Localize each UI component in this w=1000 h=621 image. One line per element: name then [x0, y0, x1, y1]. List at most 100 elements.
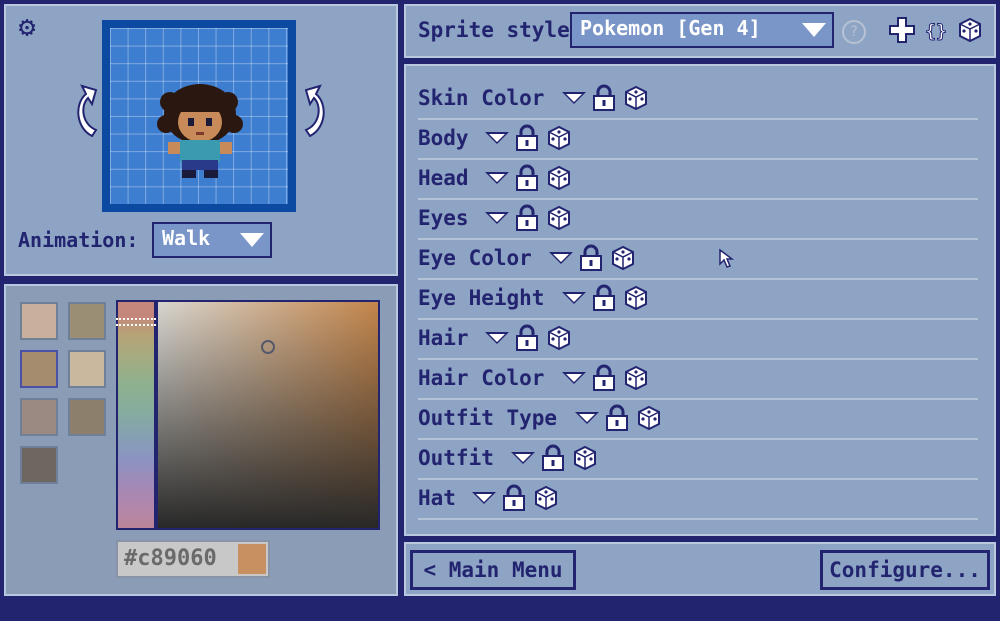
dice-icon[interactable]: [609, 244, 637, 272]
sprite-style-select[interactable]: Pokemon [Gen 4]: [570, 12, 834, 48]
attribute-label: Eye Color: [418, 246, 532, 270]
attribute-controls: [549, 244, 637, 274]
hue-slider-handle[interactable]: [116, 318, 156, 326]
lock-icon[interactable]: [590, 84, 618, 112]
dice-icon[interactable]: [622, 364, 650, 392]
animation-select[interactable]: Walk: [152, 222, 272, 258]
svg-text:{}: {}: [925, 21, 947, 42]
sprite-style-value: Pokemon [Gen 4]: [580, 16, 761, 40]
attribute-row: Head: [418, 160, 978, 200]
dice-icon[interactable]: [545, 124, 573, 152]
lock-icon[interactable]: [513, 124, 541, 152]
attribute-controls: [562, 84, 650, 114]
color-swatch[interactable]: [20, 350, 58, 388]
attribute-row: Hair Color: [418, 360, 978, 400]
attribute-label: Hat: [418, 486, 456, 510]
chevron-down-icon[interactable]: [549, 252, 573, 264]
attribute-label: Outfit Type: [418, 406, 558, 430]
code-braces-icon[interactable]: {}: [922, 16, 950, 44]
attribute-row: Skin Color: [418, 80, 978, 120]
gear-icon[interactable]: ⚙: [10, 10, 44, 44]
attribute-row: Eye Height: [418, 280, 978, 320]
attribute-row: Eye Color: [418, 240, 978, 280]
chevron-down-icon[interactable]: [472, 492, 496, 504]
chevron-down-icon[interactable]: [511, 452, 535, 464]
chevron-down-icon[interactable]: [562, 92, 586, 104]
attribute-controls: [575, 404, 663, 434]
help-icon[interactable]: ?: [842, 20, 866, 44]
attribute-label: Eye Height: [418, 286, 545, 310]
attribute-row: Outfit: [418, 440, 978, 480]
dice-icon[interactable]: [635, 404, 663, 432]
main-menu-button[interactable]: < Main Menu: [410, 550, 576, 590]
attribute-controls: [562, 364, 650, 394]
attribute-row: Hat: [418, 480, 978, 520]
dice-icon[interactable]: [571, 444, 599, 472]
attribute-label: Body: [418, 126, 469, 150]
attribute-controls: [485, 124, 573, 154]
dice-icon[interactable]: [622, 84, 650, 112]
preview-grid: [110, 28, 288, 204]
lock-icon[interactable]: [513, 164, 541, 192]
chevron-down-icon: [240, 233, 264, 247]
configure-button[interactable]: Configure... >: [820, 550, 990, 616]
attribute-label: Hair: [418, 326, 469, 350]
rotate-left-icon[interactable]: [66, 82, 100, 142]
dice-icon[interactable]: [956, 16, 984, 44]
add-icon[interactable]: [888, 16, 916, 44]
color-swatch[interactable]: [68, 350, 106, 388]
color-cursor[interactable]: [261, 340, 275, 354]
attribute-controls: [562, 284, 650, 314]
dice-icon[interactable]: [545, 204, 573, 232]
lock-icon[interactable]: [590, 284, 618, 312]
attribute-label: Outfit: [418, 446, 494, 470]
attribute-row: Eyes: [418, 200, 978, 240]
chevron-down-icon[interactable]: [485, 132, 509, 144]
color-swatch[interactable]: [20, 398, 58, 436]
sprite-style-label: Sprite style:: [418, 18, 583, 42]
character-sprite: [157, 84, 243, 178]
color-swatch[interactable]: [20, 302, 58, 340]
dice-icon[interactable]: [545, 324, 573, 352]
lock-icon[interactable]: [500, 484, 528, 512]
dice-icon[interactable]: [545, 164, 573, 192]
lock-icon[interactable]: [513, 204, 541, 232]
lock-icon[interactable]: [577, 244, 605, 272]
animation-label: Animation:: [18, 228, 139, 252]
animation-value: Walk: [162, 226, 211, 250]
attribute-controls: [472, 484, 560, 514]
chevron-down-icon[interactable]: [485, 212, 509, 224]
chevron-down-icon: [802, 23, 826, 37]
attribute-row: Outfit Type: [418, 400, 978, 440]
chevron-down-icon[interactable]: [485, 332, 509, 344]
lock-icon[interactable]: [603, 404, 631, 432]
attribute-label: Head: [418, 166, 469, 190]
attribute-label: Eyes: [418, 206, 469, 230]
chevron-down-icon[interactable]: [485, 172, 509, 184]
chevron-down-icon[interactable]: [562, 292, 586, 304]
hue-slider[interactable]: [116, 300, 156, 530]
hex-value: #c89060: [124, 546, 217, 571]
chevron-down-icon[interactable]: [562, 372, 586, 384]
hex-input[interactable]: #c89060: [116, 540, 270, 578]
dice-icon[interactable]: [622, 284, 650, 312]
attribute-label: Hair Color: [418, 366, 545, 390]
attribute-controls: [511, 444, 599, 474]
attribute-controls: [485, 324, 573, 354]
attribute-row: Hair: [418, 320, 978, 360]
rotate-right-icon[interactable]: [302, 82, 336, 142]
chevron-down-icon[interactable]: [575, 412, 599, 424]
lock-icon[interactable]: [539, 444, 567, 472]
saturation-value-field[interactable]: [156, 300, 380, 530]
color-swatch[interactable]: [68, 302, 106, 340]
attribute-label: Skin Color: [418, 86, 545, 110]
color-swatch[interactable]: [68, 398, 106, 436]
attribute-controls: [485, 164, 573, 194]
color-swatch[interactable]: [20, 446, 58, 484]
mouse-pointer-icon: [719, 248, 734, 268]
lock-icon[interactable]: [513, 324, 541, 352]
lock-icon[interactable]: [590, 364, 618, 392]
sprite-preview: [102, 20, 296, 212]
attribute-row: Body: [418, 120, 978, 160]
dice-icon[interactable]: [532, 484, 560, 512]
